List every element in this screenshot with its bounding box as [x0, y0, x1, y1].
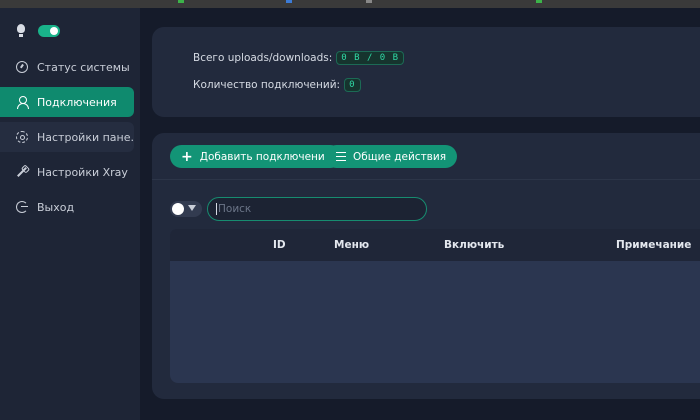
sidebar-item-label: Подключения	[37, 95, 117, 109]
sidebar-item-label: Настройки Xray	[37, 165, 128, 179]
tool-icon	[16, 166, 28, 178]
column-header-enable[interactable]: Включить	[444, 239, 504, 251]
filter-toggle[interactable]	[170, 201, 202, 217]
user-icon	[16, 96, 29, 109]
add-connection-button[interactable]: + Добавить подключение	[170, 145, 343, 168]
stat-total-traffic: Всего uploads/downloads: 0 B / 0 B	[193, 51, 405, 65]
search-input[interactable]	[216, 203, 416, 215]
sidebar-header	[16, 24, 60, 38]
general-actions-button[interactable]: Общие действия	[325, 145, 458, 168]
divider	[152, 179, 700, 180]
sidebar: Статус системы Подключения Настройки пан…	[0, 8, 140, 420]
sidebar-item-xray-settings[interactable]: Настройки Xray	[0, 157, 134, 187]
sidebar-item-label: Статус системы	[37, 60, 130, 74]
stat-value-tag: 0 B / 0 B	[336, 51, 405, 65]
sidebar-item-logout[interactable]: Выход	[0, 192, 134, 222]
theme-toggle[interactable]	[38, 25, 60, 37]
dashboard-icon	[16, 61, 28, 73]
column-header-menu[interactable]: Меню	[334, 239, 369, 251]
button-label: Общие действия	[353, 150, 447, 163]
sidebar-item-system-status[interactable]: Статус системы	[0, 52, 134, 82]
connections-card: + Добавить подключение Общие действия ID…	[152, 133, 700, 399]
search-field[interactable]	[207, 197, 427, 221]
filter-icon	[188, 205, 196, 211]
sidebar-item-connections[interactable]: Подключения	[0, 87, 134, 117]
sidebar-item-label: Выход	[37, 200, 75, 214]
logout-icon	[16, 201, 28, 213]
gear-icon	[16, 131, 28, 143]
stat-value-tag: 0	[344, 78, 361, 92]
lightbulb-icon	[16, 24, 26, 38]
stat-label: Всего uploads/downloads:	[193, 52, 333, 64]
stats-card: Всего uploads/downloads: 0 B / 0 B Колич…	[152, 27, 700, 117]
sidebar-menu: Статус системы Подключения Настройки пан…	[0, 52, 140, 227]
connections-table: ID Меню Включить Примечание	[170, 229, 700, 383]
toggle-knob	[172, 203, 184, 215]
table-header: ID Меню Включить Примечание	[170, 229, 700, 261]
column-header-remark[interactable]: Примечание	[616, 239, 691, 251]
stat-label: Количество подключений:	[193, 79, 341, 91]
column-header-id[interactable]: ID	[273, 239, 286, 251]
sidebar-item-label: Настройки пане...	[37, 130, 134, 144]
plus-icon: +	[181, 148, 193, 165]
sidebar-item-panel-settings[interactable]: Настройки пане...	[0, 122, 134, 152]
browser-top-strip	[0, 0, 700, 8]
button-label: Добавить подключение	[199, 150, 332, 163]
stat-connection-count: Количество подключений: 0	[193, 78, 361, 92]
menu-lines-icon	[336, 152, 346, 161]
